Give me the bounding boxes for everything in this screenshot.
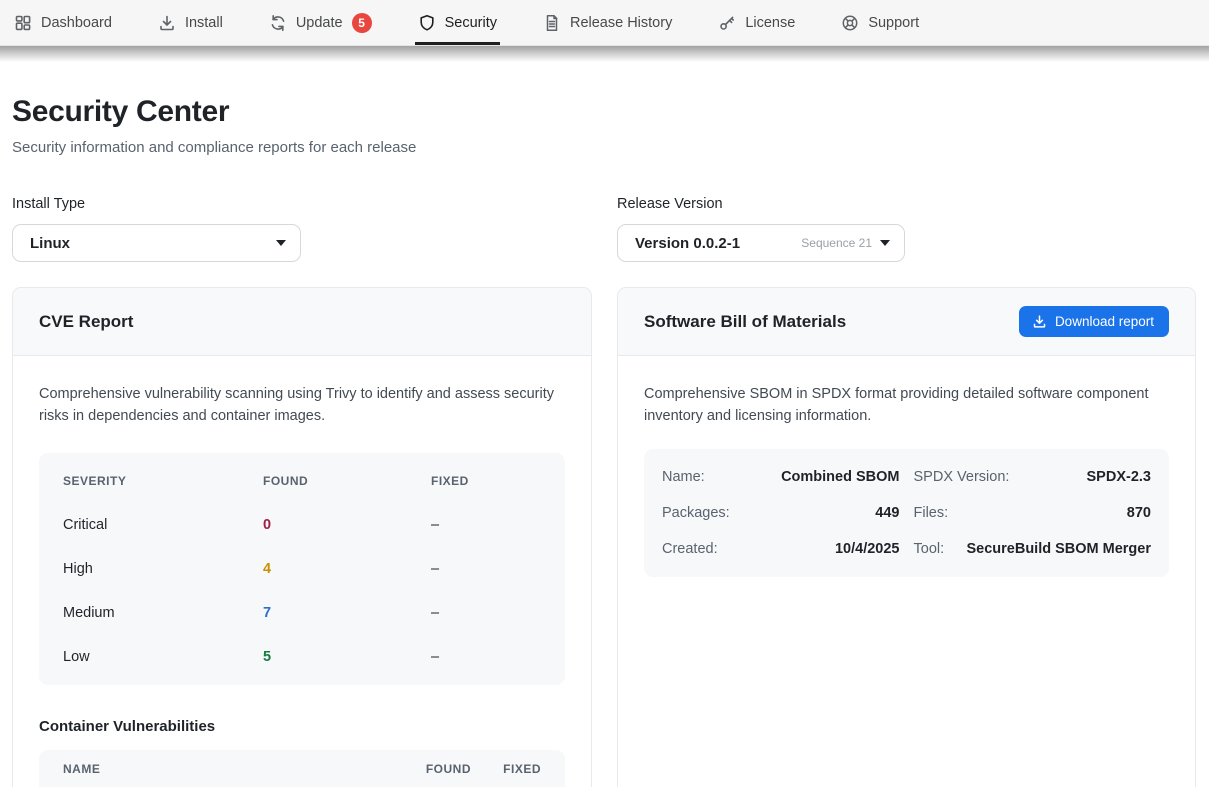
nav-item-support[interactable]: Support (841, 0, 919, 45)
cve-report-card: CVE Report Comprehensive vulnerability s… (12, 287, 592, 787)
sbom-field-label: Packages: (662, 505, 730, 521)
install-type-value: Linux (30, 235, 268, 252)
cve-severity-table: SEVERITY FOUND FIXED Critical 0 – High 4… (39, 453, 565, 685)
nav-label: Install (185, 15, 223, 31)
severity-label: Low (63, 649, 263, 665)
download-report-button[interactable]: Download report (1019, 306, 1169, 337)
found-count: 4 (263, 561, 431, 577)
found-count: 5 (263, 649, 431, 665)
nav-item-dashboard[interactable]: Dashboard (14, 0, 112, 45)
col-fixed: FIXED (431, 474, 541, 488)
download-icon (1032, 314, 1047, 329)
severity-label: High (63, 561, 263, 577)
cve-card-title: CVE Report (39, 312, 133, 332)
container-vulnerabilities-title: Container Vulnerabilities (39, 718, 565, 735)
nav-label: Update (296, 15, 343, 31)
nav-label: Dashboard (41, 15, 112, 31)
top-nav: Dashboard Install Update 5 Security Rele… (0, 0, 1209, 46)
sbom-field-label: Name: (662, 469, 705, 485)
severity-label: Critical (63, 517, 263, 533)
cve-table-header: SEVERITY FOUND FIXED (39, 459, 565, 503)
nav-shadow (0, 46, 1209, 62)
fixed-count: – (431, 517, 541, 533)
release-sequence: Sequence 21 (801, 236, 872, 250)
col-name: NAME (63, 762, 407, 776)
main-content: Security Center Security information and… (0, 95, 1209, 787)
sbom-field-value: SecureBuild SBOM Merger (954, 541, 1151, 557)
sbom-field-label: Tool: (914, 541, 945, 557)
shield-icon (418, 14, 436, 32)
table-row: High 4 – (39, 547, 565, 591)
sbom-field-value: 10/4/2025 (728, 541, 900, 557)
sbom-description: Comprehensive SBOM in SPDX format provid… (644, 384, 1169, 427)
found-count: 7 (263, 605, 431, 621)
sbom-field-label: Files: (914, 505, 949, 521)
cve-card-body: Comprehensive vulnerability scanning usi… (13, 356, 591, 787)
nav-label: Support (868, 15, 919, 31)
nav-label: License (745, 15, 795, 31)
sbom-card-title: Software Bill of Materials (644, 312, 846, 332)
sbom-card-header: Software Bill of Materials Download repo… (618, 288, 1195, 356)
nav-item-release-history[interactable]: Release History (543, 0, 672, 45)
cve-description: Comprehensive vulnerability scanning usi… (39, 384, 565, 427)
update-count-badge: 5 (352, 13, 372, 33)
page-title: Security Center (12, 95, 1196, 129)
release-version-value: Version 0.0.2-1 (635, 235, 801, 252)
table-row: Low 5 – (39, 635, 565, 679)
fixed-count: – (431, 605, 541, 621)
install-type-filter: Install Type Linux (12, 196, 301, 262)
sbom-card: Software Bill of Materials Download repo… (617, 287, 1196, 787)
table-row: Created: 10/4/2025 Tool: SecureBuild SBO… (662, 531, 1151, 567)
sbom-field-value: 870 (958, 505, 1151, 521)
table-row: Packages: 449 Files: 870 (662, 495, 1151, 531)
release-version-filter: Release Version Version 0.0.2-1 Sequence… (617, 196, 905, 262)
nav-label: Release History (570, 15, 672, 31)
lifebuoy-icon (841, 14, 859, 32)
fixed-count: – (431, 649, 541, 665)
sbom-field-value: Combined SBOM (715, 469, 900, 485)
table-row: Name: Combined SBOM SPDX Version: SPDX-2… (662, 459, 1151, 495)
sbom-field-value: SPDX-2.3 (1019, 469, 1151, 485)
release-version-select[interactable]: Version 0.0.2-1 Sequence 21 (617, 224, 905, 262)
sbom-field-label: SPDX Version: (914, 469, 1010, 485)
refresh-icon (269, 14, 287, 32)
download-icon (158, 14, 176, 32)
sbom-card-body: Comprehensive SBOM in SPDX format provid… (618, 356, 1195, 603)
document-icon (543, 14, 561, 32)
sbom-field-label: Created: (662, 541, 718, 557)
sbom-info-box: Name: Combined SBOM SPDX Version: SPDX-2… (644, 449, 1169, 577)
container-vulnerabilities-header: NAME FOUND FIXED (39, 750, 565, 787)
col-fixed: FIXED (471, 762, 541, 776)
release-version-label: Release Version (617, 196, 905, 212)
chevron-down-icon (880, 240, 890, 246)
cards-row: CVE Report Comprehensive vulnerability s… (12, 287, 1196, 787)
cve-card-header: CVE Report (13, 288, 591, 356)
download-report-label: Download report (1055, 314, 1154, 329)
nav-label: Security (445, 15, 497, 31)
install-type-label: Install Type (12, 196, 301, 212)
key-icon (718, 14, 736, 32)
found-count: 0 (263, 517, 431, 533)
table-row: Medium 7 – (39, 591, 565, 635)
page-subtitle: Security information and compliance repo… (12, 139, 1196, 156)
col-severity: SEVERITY (63, 474, 263, 488)
severity-label: Medium (63, 605, 263, 621)
col-found: FOUND (407, 762, 471, 776)
fixed-count: – (431, 561, 541, 577)
sbom-field-value: 449 (740, 505, 900, 521)
filters-row: Install Type Linux Release Version Versi… (12, 196, 1196, 262)
dashboard-grid-icon (14, 14, 32, 32)
col-found: FOUND (263, 474, 431, 488)
nav-item-license[interactable]: License (718, 0, 795, 45)
install-type-select[interactable]: Linux (12, 224, 301, 262)
nav-item-install[interactable]: Install (158, 0, 223, 45)
chevron-down-icon (276, 240, 286, 246)
nav-item-update[interactable]: Update 5 (269, 0, 372, 45)
table-row: Critical 0 – (39, 503, 565, 547)
nav-item-security[interactable]: Security (418, 0, 497, 45)
